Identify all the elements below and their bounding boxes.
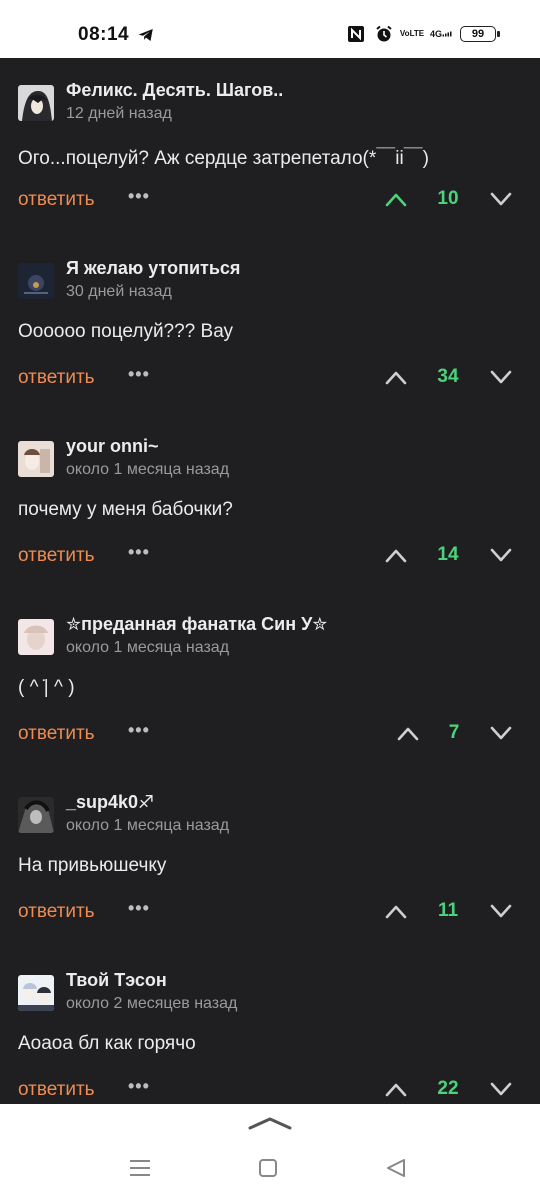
vote-count: 10 bbox=[437, 188, 459, 209]
comment-author[interactable]: Твой Тэсон bbox=[66, 970, 167, 991]
comment-item: ✮преданная фанатка Син У✮ около 1 месяца… bbox=[0, 592, 540, 770]
comment-date: около 1 месяца назад bbox=[66, 639, 230, 656]
comment-text: Аоаоа бл как горячо bbox=[18, 1033, 196, 1054]
vote-count: 11 bbox=[437, 900, 459, 921]
avatar[interactable] bbox=[18, 441, 54, 477]
reply-button[interactable]: ответить bbox=[18, 367, 95, 389]
reply-button[interactable]: ответить bbox=[18, 723, 95, 745]
telegram-icon bbox=[138, 29, 153, 41]
comment-item: Я желаю утопиться 30 дней назад Оооооо п… bbox=[0, 236, 540, 414]
comment-date: 12 дней назад bbox=[66, 105, 172, 122]
more-options-icon[interactable]: ••• bbox=[128, 186, 150, 207]
back-icon[interactable] bbox=[384, 1158, 408, 1178]
avatar[interactable] bbox=[18, 975, 54, 1011]
menu-icon[interactable] bbox=[128, 1158, 152, 1178]
downvote-icon[interactable] bbox=[488, 190, 514, 208]
comment-text: Ого...поцелуй? Аж сердце затрепетало(*￣i… bbox=[18, 148, 429, 169]
status-icons: Vo LTE 4G 99 bbox=[346, 24, 500, 44]
expand-handle-icon[interactable] bbox=[248, 1116, 292, 1130]
reply-button[interactable]: ответить bbox=[18, 545, 95, 567]
downvote-icon[interactable] bbox=[488, 902, 514, 920]
downvote-icon[interactable] bbox=[488, 724, 514, 742]
upvote-icon[interactable] bbox=[383, 902, 409, 920]
comment-author[interactable]: your onni~ bbox=[66, 436, 159, 457]
upvote-icon[interactable] bbox=[383, 1080, 409, 1098]
avatar[interactable] bbox=[18, 797, 54, 833]
nfc-icon bbox=[346, 24, 366, 44]
comment-author[interactable]: ✮преданная фанатка Син У✮ bbox=[66, 614, 327, 635]
volte-icon: Vo LTE bbox=[399, 29, 425, 38]
vote-count: 22 bbox=[437, 1078, 459, 1099]
comment-author[interactable]: _sup4k0♐ bbox=[66, 792, 154, 813]
downvote-icon[interactable] bbox=[488, 546, 514, 564]
avatar[interactable] bbox=[18, 85, 54, 121]
reply-button[interactable]: ответить bbox=[18, 189, 95, 211]
comment-date: около 2 месяцев назад bbox=[66, 995, 238, 1012]
comment-date: около 1 месяца назад bbox=[66, 461, 230, 478]
comment-text: Оооооо поцелуй??? Вау bbox=[18, 321, 234, 342]
vote-count: 14 bbox=[437, 544, 459, 565]
more-options-icon[interactable]: ••• bbox=[128, 542, 150, 563]
more-options-icon[interactable]: ••• bbox=[128, 364, 150, 385]
avatar[interactable] bbox=[18, 619, 54, 655]
battery-icon: 99 bbox=[460, 26, 500, 42]
home-icon[interactable] bbox=[256, 1158, 280, 1178]
avatar[interactable] bbox=[18, 263, 54, 299]
comment-text: почему у меня бабочки? bbox=[18, 499, 233, 520]
comment-item: your onni~ около 1 месяца назад почему у… bbox=[0, 414, 540, 592]
comment-date: около 1 месяца назад bbox=[66, 817, 230, 834]
status-bar: 08:14 Vo LTE 4G 99 bbox=[0, 0, 540, 58]
upvote-icon[interactable] bbox=[383, 368, 409, 386]
vote-count: 7 bbox=[448, 722, 460, 743]
comment-author[interactable]: Я желаю утопиться bbox=[66, 258, 240, 279]
bottom-sheet-bar bbox=[0, 1104, 540, 1200]
status-time: 08:14 bbox=[78, 24, 130, 45]
upvote-icon[interactable] bbox=[395, 724, 421, 742]
more-options-icon[interactable]: ••• bbox=[128, 1076, 150, 1097]
comment-author[interactable]: Феликс. Десять. Шагов.. bbox=[66, 80, 283, 101]
comment-item: _sup4k0♐ около 1 месяца назад На привьюш… bbox=[0, 770, 540, 948]
upvote-icon[interactable] bbox=[383, 546, 409, 564]
upvote-icon[interactable] bbox=[383, 190, 409, 208]
reply-button[interactable]: ответить bbox=[18, 901, 95, 923]
downvote-icon[interactable] bbox=[488, 1080, 514, 1098]
comment-item: Твой Тэсон около 2 месяцев назад Аоаоа б… bbox=[0, 948, 540, 1104]
comment-date: 30 дней назад bbox=[66, 283, 172, 300]
alarm-icon bbox=[374, 24, 394, 44]
vote-count: 34 bbox=[437, 366, 459, 387]
comments-feed[interactable]: Феликс. Десять. Шагов.. 12 дней назад Ог… bbox=[0, 58, 540, 1104]
comment-text: На привьюшечку bbox=[18, 855, 167, 876]
downvote-icon[interactable] bbox=[488, 368, 514, 386]
more-options-icon[interactable]: ••• bbox=[128, 720, 150, 741]
reply-button[interactable]: ответить bbox=[18, 1079, 95, 1101]
comment-text: ( ^ ̇| ^ ) bbox=[18, 677, 75, 698]
more-options-icon[interactable]: ••• bbox=[128, 898, 150, 919]
comment-item: Феликс. Десять. Шагов.. 12 дней назад Ог… bbox=[0, 58, 540, 236]
signal-4g-icon: 4G bbox=[430, 24, 452, 44]
